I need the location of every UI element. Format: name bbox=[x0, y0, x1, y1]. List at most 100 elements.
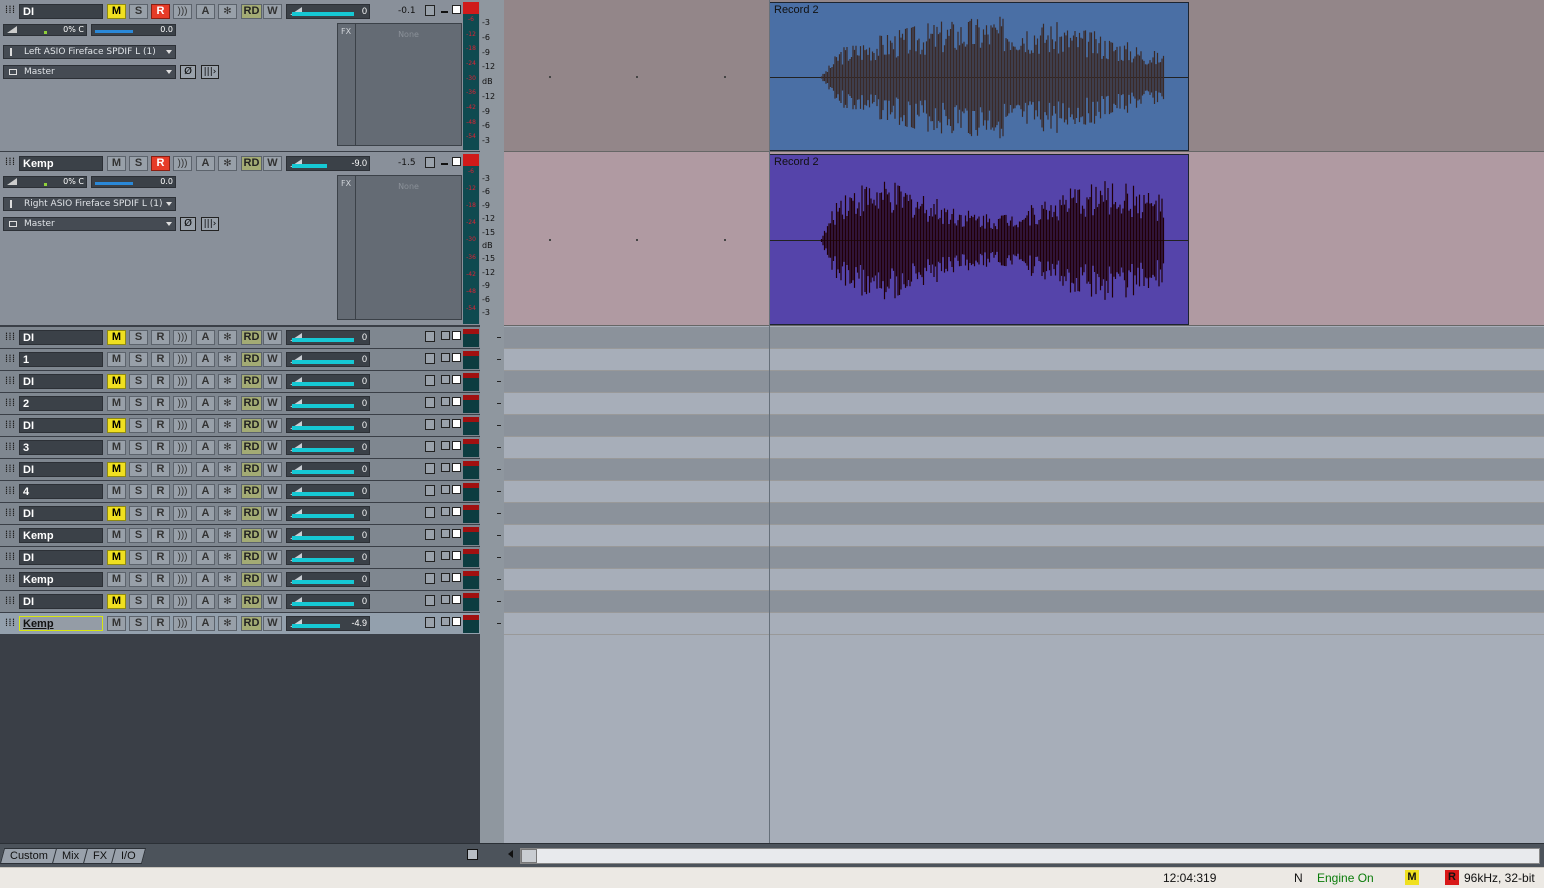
auto-button[interactable]: A bbox=[196, 156, 215, 171]
read-button[interactable]: RD bbox=[241, 4, 262, 19]
freeze-button[interactable]: ✻ bbox=[218, 594, 237, 609]
write-button[interactable]: W bbox=[263, 418, 282, 433]
solo-button[interactable]: S bbox=[129, 462, 148, 477]
solo-button[interactable]: S bbox=[129, 506, 148, 521]
restore-icon[interactable] bbox=[441, 551, 450, 560]
restore-icon[interactable] bbox=[441, 485, 450, 494]
input-echo-button[interactable]: ))) bbox=[173, 594, 192, 609]
track-grip-icon[interactable]: ⁞⁞⁞ bbox=[3, 485, 17, 497]
horizontal-scrollbar[interactable] bbox=[520, 848, 1540, 864]
maximize-icon[interactable] bbox=[452, 375, 461, 384]
track-name[interactable]: DI bbox=[19, 506, 103, 521]
rec-button[interactable]: R bbox=[151, 4, 170, 19]
pan-control[interactable]: 0% C bbox=[3, 176, 87, 188]
track-name[interactable]: 1 bbox=[19, 352, 103, 367]
rec-button[interactable]: R bbox=[151, 506, 170, 521]
input-echo-button[interactable]: ))) bbox=[173, 484, 192, 499]
solo-button[interactable]: S bbox=[129, 594, 148, 609]
volume-fader[interactable]: 0 bbox=[286, 418, 370, 433]
freeze-button[interactable]: ✻ bbox=[218, 4, 237, 19]
input-echo-button[interactable]: ))) bbox=[173, 506, 192, 521]
freeze-button[interactable]: ✻ bbox=[218, 484, 237, 499]
read-button[interactable]: RD bbox=[241, 352, 262, 367]
freeze-button[interactable]: ✻ bbox=[218, 506, 237, 521]
mute-button[interactable]: M bbox=[107, 396, 126, 411]
mute-button[interactable]: M bbox=[107, 528, 126, 543]
track-grip-icon[interactable]: ⁞⁞⁞ bbox=[3, 331, 17, 343]
audio-clip[interactable]: Record 2 bbox=[769, 154, 1189, 325]
track-grip-icon[interactable]: ⁞⁞⁞ bbox=[3, 507, 17, 519]
horizontal-scroll-thumb[interactable] bbox=[521, 849, 537, 863]
track-name[interactable]: 2 bbox=[19, 396, 103, 411]
track-menu-icon[interactable] bbox=[425, 507, 435, 518]
maximize-icon[interactable] bbox=[452, 507, 461, 516]
restore-icon[interactable] bbox=[441, 617, 450, 626]
read-button[interactable]: RD bbox=[241, 594, 262, 609]
write-button[interactable]: W bbox=[263, 506, 282, 521]
track-name[interactable]: DI bbox=[19, 550, 103, 565]
write-button[interactable]: W bbox=[263, 4, 282, 19]
now-time-cursor[interactable] bbox=[769, 0, 770, 843]
mute-button[interactable]: M bbox=[107, 418, 126, 433]
interleave-icon[interactable]: |||› bbox=[201, 65, 219, 79]
track-menu-icon[interactable] bbox=[425, 573, 435, 584]
mute-button[interactable]: M bbox=[107, 594, 126, 609]
track-menu-icon[interactable] bbox=[425, 397, 435, 408]
input-select[interactable]: Left ASIO Fireface SPDIF L (1) bbox=[3, 45, 176, 59]
restore-icon[interactable] bbox=[441, 595, 450, 604]
write-button[interactable]: W bbox=[263, 440, 282, 455]
freeze-button[interactable]: ✻ bbox=[218, 156, 237, 171]
solo-button[interactable]: S bbox=[129, 616, 148, 631]
fx-bin[interactable]: FX None bbox=[337, 175, 462, 320]
track-grip-icon[interactable]: ⁞⁞⁞ bbox=[3, 4, 17, 16]
freeze-button[interactable]: ✻ bbox=[218, 462, 237, 477]
mute-button[interactable]: M bbox=[107, 506, 126, 521]
solo-button[interactable]: S bbox=[129, 4, 148, 19]
track-name[interactable]: Kemp bbox=[19, 572, 103, 587]
auto-button[interactable]: A bbox=[196, 594, 215, 609]
rec-button[interactable]: R bbox=[151, 418, 170, 433]
volume-fader[interactable]: 0 bbox=[286, 352, 370, 367]
auto-button[interactable]: A bbox=[196, 440, 215, 455]
input-echo-button[interactable]: ))) bbox=[173, 572, 192, 587]
track-grip-icon[interactable]: ⁞⁞⁞ bbox=[3, 419, 17, 431]
auto-button[interactable]: A bbox=[196, 330, 215, 345]
solo-button[interactable]: S bbox=[129, 484, 148, 499]
read-button[interactable]: RD bbox=[241, 396, 262, 411]
auto-button[interactable]: A bbox=[196, 4, 215, 19]
track-grip-icon[interactable]: ⁞⁞⁞ bbox=[3, 463, 17, 475]
input-echo-button[interactable]: ))) bbox=[173, 440, 192, 455]
interleave-icon[interactable]: |||› bbox=[201, 217, 219, 231]
track-grip-icon[interactable]: ⁞⁞⁞ bbox=[3, 529, 17, 541]
rec-button[interactable]: R bbox=[151, 396, 170, 411]
maximize-icon[interactable] bbox=[452, 353, 461, 362]
solo-button[interactable]: S bbox=[129, 418, 148, 433]
rec-button[interactable]: R bbox=[151, 462, 170, 477]
rec-button[interactable]: R bbox=[151, 528, 170, 543]
volume-fader[interactable]: 0 bbox=[286, 572, 370, 587]
write-button[interactable]: W bbox=[263, 156, 282, 171]
restore-icon[interactable] bbox=[441, 573, 450, 582]
maximize-icon[interactable] bbox=[452, 157, 461, 166]
pan-control[interactable]: 0% C bbox=[3, 24, 87, 36]
tab-panel-toggle-icon[interactable] bbox=[467, 849, 478, 860]
solo-button[interactable]: S bbox=[129, 156, 148, 171]
auto-button[interactable]: A bbox=[196, 484, 215, 499]
track-grip-icon[interactable]: ⁞⁞⁞ bbox=[3, 375, 17, 387]
mute-button[interactable]: M bbox=[107, 4, 126, 19]
mute-button[interactable]: M bbox=[107, 440, 126, 455]
volume-fader[interactable]: 0 bbox=[286, 484, 370, 499]
mute-button[interactable]: M bbox=[107, 484, 126, 499]
auto-button[interactable]: A bbox=[196, 572, 215, 587]
restore-icon[interactable] bbox=[441, 353, 450, 362]
solo-button[interactable]: S bbox=[129, 374, 148, 389]
restore-icon[interactable] bbox=[441, 331, 450, 340]
input-echo-button[interactable]: ))) bbox=[173, 4, 192, 19]
read-button[interactable]: RD bbox=[241, 462, 262, 477]
rec-button[interactable]: R bbox=[151, 330, 170, 345]
auto-button[interactable]: A bbox=[196, 462, 215, 477]
input-echo-button[interactable]: ))) bbox=[173, 352, 192, 367]
rec-button[interactable]: R bbox=[151, 616, 170, 631]
write-button[interactable]: W bbox=[263, 594, 282, 609]
write-button[interactable]: W bbox=[263, 396, 282, 411]
